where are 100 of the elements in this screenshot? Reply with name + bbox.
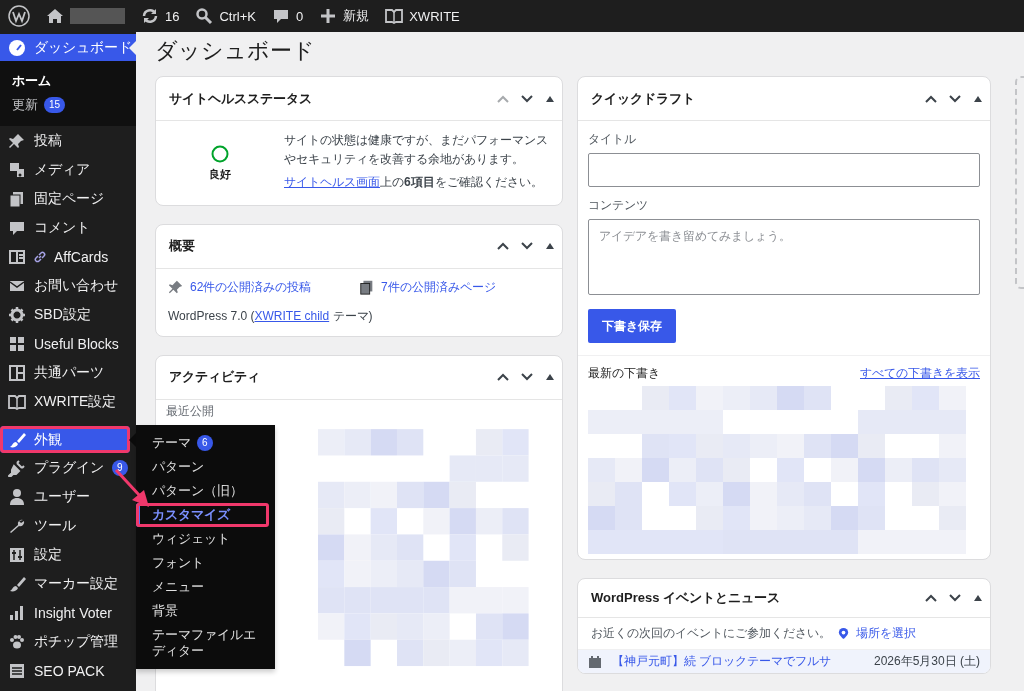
widget-title: アクティビティ: [169, 368, 261, 387]
pin-icon: [168, 279, 184, 296]
gear-icon: [8, 305, 26, 324]
search-shortcut: Ctrl+K: [219, 8, 256, 24]
grid-icon: [8, 334, 26, 353]
sidebar-item[interactable]: プラグイン 9: [0, 453, 136, 482]
collapse-icon[interactable]: [974, 94, 982, 103]
brush-icon: [8, 430, 26, 449]
view-all-drafts-link[interactable]: すべての下書きを表示: [860, 365, 980, 382]
book-icon: [8, 392, 26, 411]
gauge-icon: [8, 38, 26, 57]
redacted-bar: [70, 8, 125, 24]
sidebar-item[interactable]: ダッシュボード: [0, 34, 136, 61]
sidebar-item[interactable]: マーカー設定: [0, 569, 136, 598]
content-field[interactable]: アイデアを書き留めてみましょう。: [588, 219, 980, 295]
sliders-icon: [8, 545, 26, 564]
sidebar-item[interactable]: コメント: [0, 213, 136, 242]
submenu-item[interactable]: メニュー: [136, 575, 275, 599]
plus-icon[interactable]: [319, 7, 338, 25]
health-message: サイトの状態は健康ですが、まだパフォーマンスやセキュリティを改善する余地があります。: [284, 132, 549, 168]
events-intro: お近くの次回のイベントにご参加ください。: [591, 625, 831, 642]
submenu-item[interactable]: 背景: [136, 599, 275, 623]
sidebar-item[interactable]: SEO PACK: [0, 656, 136, 685]
submenu-item[interactable]: ホーム: [0, 69, 136, 93]
sidebar-item[interactable]: 投稿: [0, 126, 136, 155]
submenu-item[interactable]: フォント: [136, 551, 275, 575]
submenu-item[interactable]: 更新 15: [0, 93, 136, 117]
submenu-item[interactable]: テーマ 6: [136, 431, 275, 455]
event-link[interactable]: 【神戸元町】続 ブロックテーマでフルサ: [612, 653, 864, 670]
pages-count-link[interactable]: 7件の公開済みページ: [381, 278, 496, 296]
collapse-icon[interactable]: [546, 242, 554, 251]
page-title: ダッシュボード: [155, 37, 316, 65]
brush-icon: [8, 574, 26, 593]
count-badge: 15: [44, 97, 66, 113]
sidebar-item[interactable]: Insight Voter: [0, 598, 136, 627]
field-label: コンテンツ: [588, 197, 649, 214]
layout-icon: [8, 363, 26, 382]
list-icon: [8, 661, 26, 680]
section-heading: 最近公開: [166, 402, 215, 420]
pages-icon: [8, 189, 26, 208]
count-badge: 6: [197, 435, 213, 451]
new-menu-label[interactable]: 新規: [343, 7, 370, 25]
bar-chart-icon: [8, 603, 26, 622]
link-icon: [34, 250, 46, 263]
sidebar-item[interactable]: SBD設定: [0, 300, 136, 329]
field-label: タイトル: [588, 131, 637, 148]
submenu-item[interactable]: テーマファイルエディター: [136, 623, 275, 663]
media-icon: [8, 160, 26, 179]
theme-menu-label[interactable]: XWRITE: [409, 8, 460, 24]
submenu-item[interactable]: カスタマイズ: [136, 503, 269, 527]
submenu-item[interactable]: パターン: [136, 455, 275, 479]
user-icon: [8, 487, 26, 506]
comments-count: 0: [295, 8, 304, 24]
widget-title: WordPress イベントとニュース: [591, 589, 781, 607]
sidebar-item[interactable]: XWRITE設定: [0, 387, 136, 416]
count-badge: 9: [112, 459, 128, 476]
paw-icon: [8, 632, 26, 651]
collapse-icon[interactable]: [546, 94, 554, 103]
sidebar-item[interactable]: ユーザー: [0, 482, 136, 511]
search-icon[interactable]: [195, 7, 214, 25]
logo-icon[interactable]: [8, 5, 30, 27]
sidebar-item[interactable]: ポチップ管理: [0, 627, 136, 656]
sidebar-item[interactable]: メディア: [0, 155, 136, 184]
select-location-link[interactable]: 場所を選択: [856, 625, 916, 642]
health-instructions: サイトヘルス画面上の6項目をご確認ください。: [284, 174, 544, 192]
site-health-link[interactable]: サイトヘルス画面: [284, 175, 380, 190]
sidebar-item[interactable]: 設定: [0, 540, 136, 569]
submenu-item[interactable]: パターン（旧）: [136, 479, 275, 503]
section-heading: 最新の下書き: [588, 365, 660, 382]
book-icon[interactable]: [385, 7, 404, 25]
status-ring-icon: [211, 145, 229, 164]
save-draft-button[interactable]: 下書き保存: [588, 309, 676, 343]
pin-icon: [8, 131, 26, 150]
refresh-icon[interactable]: [141, 7, 159, 25]
version-text: WordPress 7.0 (XWRITE child テーマ): [168, 307, 374, 325]
plug-icon: [8, 458, 26, 477]
widget-title: 概要: [169, 237, 196, 256]
pages-icon: [359, 279, 375, 296]
collapse-icon[interactable]: [546, 373, 554, 382]
theme-link[interactable]: XWRITE child: [254, 308, 330, 323]
sidebar-item[interactable]: ツール: [0, 511, 136, 540]
sidebar-item[interactable]: お問い合わせ: [0, 271, 136, 300]
submenu-item[interactable]: ウィジェット: [136, 527, 275, 551]
comment-icon[interactable]: [271, 7, 290, 25]
collapse-icon[interactable]: [974, 594, 982, 602]
columns-icon: [8, 247, 26, 266]
title-field[interactable]: [588, 153, 980, 187]
status-label: 良好: [209, 167, 231, 183]
location-pin-icon: [837, 627, 850, 640]
sidebar-item[interactable]: AffCards: [0, 242, 136, 271]
widget-title: サイトヘルスステータス: [169, 89, 313, 108]
home-icon[interactable]: [46, 7, 64, 25]
posts-count-link[interactable]: 62件の公開済みの投稿: [190, 278, 312, 296]
sidebar-item[interactable]: 固定ページ: [0, 184, 136, 213]
sidebar-item[interactable]: Useful Blocks: [0, 329, 136, 358]
calendar-icon: [588, 654, 602, 669]
sidebar-item[interactable]: 共通パーツ: [0, 358, 136, 387]
updates-count: 16: [165, 8, 180, 24]
widget-title: クイックドラフト: [591, 89, 696, 108]
event-date: 2026年5月30日 (土): [873, 653, 980, 670]
